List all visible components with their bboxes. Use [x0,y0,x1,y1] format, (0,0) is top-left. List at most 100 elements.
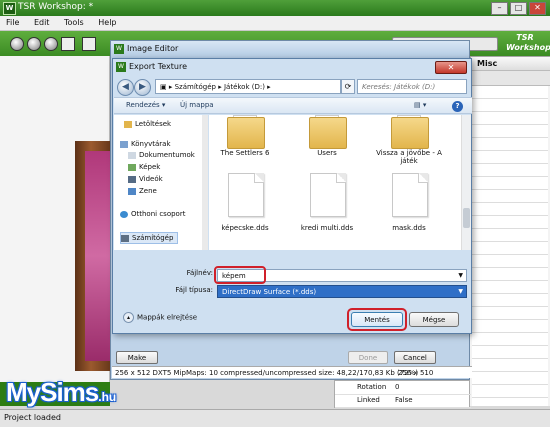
property-key: Linked [357,396,380,404]
dialog-title: Export Texture [129,62,188,71]
search-input[interactable]: Keresés: Játékok (D:) [357,79,467,94]
filename-label: Fájlnév: [186,269,213,277]
texture-info-text: 256 x 512 DXT5 MipMaps: 10 compressed/un… [115,369,419,377]
download-folder-icon [124,120,132,128]
status-bar: Project loaded [0,409,550,427]
app-icon: W [3,2,16,15]
library-icon [120,140,128,148]
panel-subtoolbar [470,70,550,86]
breadcrumb-drive[interactable]: Játékok (D:) [224,83,265,91]
sidebar-item-videos[interactable]: Videók [128,175,163,183]
organize-button[interactable]: Rendezés ▾ [126,101,165,109]
close-button[interactable]: ✕ [435,61,467,74]
folder-icon[interactable] [391,115,429,149]
menu-bar: File Edit Tools Help [0,16,550,31]
file-list-scrollbar[interactable] [461,115,471,250]
dialog-cancel-button[interactable]: Mégse [409,312,459,327]
list-item[interactable]: mask.dds [374,224,444,232]
computer-icon: ▣ [160,83,167,91]
maximize-icon[interactable]: □ [510,2,527,15]
filename-highlight [214,266,266,284]
breadcrumb[interactable]: ▣ ▸ Számítógép ▸ Játékok (D:) ▸ [155,79,341,94]
sidebar-item-pictures[interactable]: Képek [128,163,160,171]
chevron-down-icon[interactable]: ▼ [458,270,463,282]
filetype-select[interactable]: DirectDraw Surface (*.dds) ▼ [217,285,467,298]
menu-file[interactable]: File [0,16,25,27]
status-text: Project loaded [4,413,62,422]
watermark-suffix: .hu [98,390,117,404]
back-arrow-icon[interactable]: ◀ [117,79,134,96]
picture-frame-preview [75,141,125,371]
sidebar-item-downloads[interactable]: Letöltések [124,120,171,128]
file-list: The Settlers 6 Users Vissza a jövőbe - A… [209,115,461,250]
done-button[interactable]: Done [348,351,388,364]
size-readout: 256 x 510 [398,369,434,377]
videos-icon [128,175,136,183]
sidebar-item-homegroup[interactable]: Otthoni csoport [120,210,185,218]
window-controls: – □ ✕ [491,2,546,15]
cancel-button[interactable]: Cancel [394,351,436,364]
dds-file-icon[interactable] [228,173,264,217]
list-item[interactable]: Users [292,149,362,157]
help-icon[interactable]: ? [452,101,463,112]
diamond-tool-icon[interactable] [61,37,75,51]
table-row: Rotation 0 [335,381,471,395]
sidebar-item-libraries[interactable]: Könyvtárak [120,140,171,148]
app-icon: W [116,62,126,72]
property-value[interactable]: False [395,394,413,407]
properties-table: Rotation 0 Linked False [334,380,471,408]
documents-icon [128,151,136,159]
menu-edit[interactable]: Edit [28,16,56,27]
app-title: TSR Workshop: * [18,2,94,12]
close-icon[interactable]: ✕ [529,2,546,15]
sidebar-item-documents[interactable]: Dokumentumok [128,151,195,159]
command-bar: Rendezés ▾ Új mappa ▤ ▾ ? [114,97,472,114]
chevron-up-icon: ▴ [123,312,134,323]
image-editor-titlebar: W Image Editor [111,41,469,58]
menu-help[interactable]: Help [92,16,122,27]
navigation-scrollbar[interactable] [202,115,208,250]
list-item[interactable]: kredi multi.dds [292,224,362,232]
table-row: Linked False [335,394,471,408]
list-item[interactable]: Vissza a jövőbe - A játék [374,149,444,165]
music-icon [128,187,136,195]
list-item[interactable]: képecske.dds [210,224,280,232]
texture-info: 256 x 512 DXT5 MipMaps: 10 compressed/un… [112,366,472,378]
make-empty-button[interactable]: Make empty [116,351,158,374]
sidebar-item-computer[interactable]: Számítógép [120,232,179,244]
app-icon: W [114,44,124,54]
menu-tools[interactable]: Tools [58,16,90,27]
folder-icon[interactable] [309,115,347,149]
sidebar-item-music[interactable]: Zene [128,187,157,195]
dds-file-icon[interactable] [392,173,428,217]
watermark-logo: MySims.hu [6,377,116,408]
breadcrumb-computer[interactable]: Számítógép [175,83,216,91]
save-highlight [347,308,407,331]
view-options-icon[interactable]: ▤ ▾ [414,101,426,109]
hide-folders-toggle[interactable]: ▴ Mappák elrejtése [123,312,197,323]
scrollbar-thumb[interactable] [463,208,470,228]
pictures-icon [128,163,136,171]
right-panel: Misc [470,56,550,406]
property-value[interactable]: 0 [395,381,399,394]
forward-arrow-icon[interactable]: ▶ [134,79,151,96]
navigation-pane: Letöltések Könyvtárak Dokumentumok Képek… [114,115,208,250]
sphere-view-icon[interactable] [10,37,24,51]
property-key: Rotation [357,383,387,391]
grid-icon[interactable] [82,37,96,51]
dialog-titlebar: W Export Texture [113,59,471,76]
chevron-down-icon[interactable]: ▼ [458,286,463,298]
dds-file-icon[interactable] [310,173,346,217]
watermark-main: MySims [6,377,99,407]
homegroup-icon [120,210,128,218]
new-folder-button[interactable]: Új mappa [180,101,214,109]
minimize-icon[interactable]: – [491,2,508,15]
sphere-view-icon[interactable] [27,37,41,51]
refresh-icon[interactable]: ⟳ [341,79,355,94]
filetype-value[interactable]: DirectDraw Surface (*.dds) [222,288,316,296]
folder-icon[interactable] [227,115,265,149]
computer-icon [121,234,129,242]
sphere-view-icon[interactable] [44,37,58,51]
list-item[interactable]: The Settlers 6 [210,149,280,157]
property-grid [472,86,548,406]
